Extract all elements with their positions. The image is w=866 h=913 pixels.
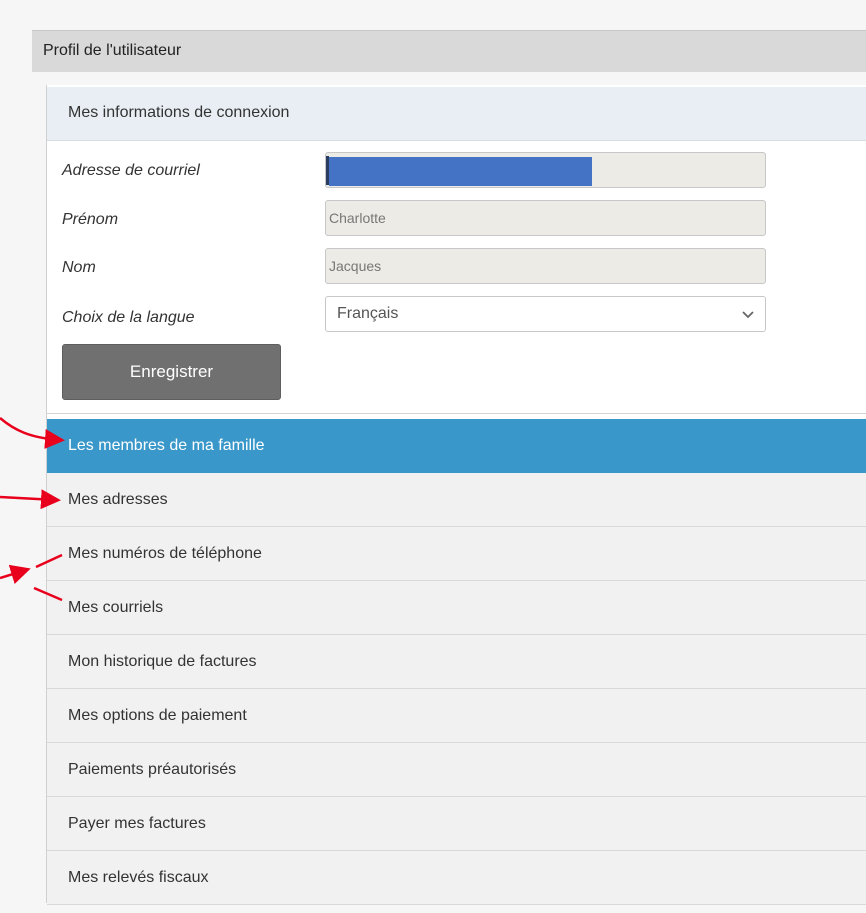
- profile-nav-list: Les membres de ma famille Mes adresses M…: [47, 419, 866, 905]
- first-name-label: Prénom: [62, 211, 119, 228]
- email-label: Adresse de courriel: [62, 162, 200, 179]
- nav-item-preauthorized-payments[interactable]: Paiements préautorisés: [47, 743, 866, 797]
- page-title: Profil de l'utilisateur: [32, 30, 866, 72]
- nav-item-tax-receipts[interactable]: Mes relevés fiscaux: [47, 851, 866, 905]
- nav-item-invoice-history[interactable]: Mon historique de factures: [47, 635, 866, 689]
- first-name-field[interactable]: Charlotte: [325, 200, 766, 236]
- email-redaction-bar: [329, 157, 592, 186]
- language-select[interactable]: Français: [325, 296, 766, 332]
- last-name-field[interactable]: Jacques: [325, 248, 766, 284]
- language-label: Choix de la langue: [62, 309, 195, 326]
- login-section-header: Mes informations de connexion: [47, 87, 866, 141]
- language-selected-value: Français: [337, 305, 399, 322]
- nav-item-family-members[interactable]: Les membres de ma famille: [47, 419, 866, 473]
- nav-item-emails[interactable]: Mes courriels: [47, 581, 866, 635]
- section-divider: [47, 413, 866, 414]
- nav-item-phone-numbers[interactable]: Mes numéros de téléphone: [47, 527, 866, 581]
- save-button[interactable]: Enregistrer: [62, 344, 281, 400]
- chevron-down-icon: [742, 311, 754, 319]
- nav-item-pay-invoices[interactable]: Payer mes factures: [47, 797, 866, 851]
- nav-item-addresses[interactable]: Mes adresses: [47, 473, 866, 527]
- nav-item-payment-options[interactable]: Mes options de paiement: [47, 689, 866, 743]
- last-name-label: Nom: [62, 259, 96, 276]
- email-field[interactable]: [325, 152, 766, 188]
